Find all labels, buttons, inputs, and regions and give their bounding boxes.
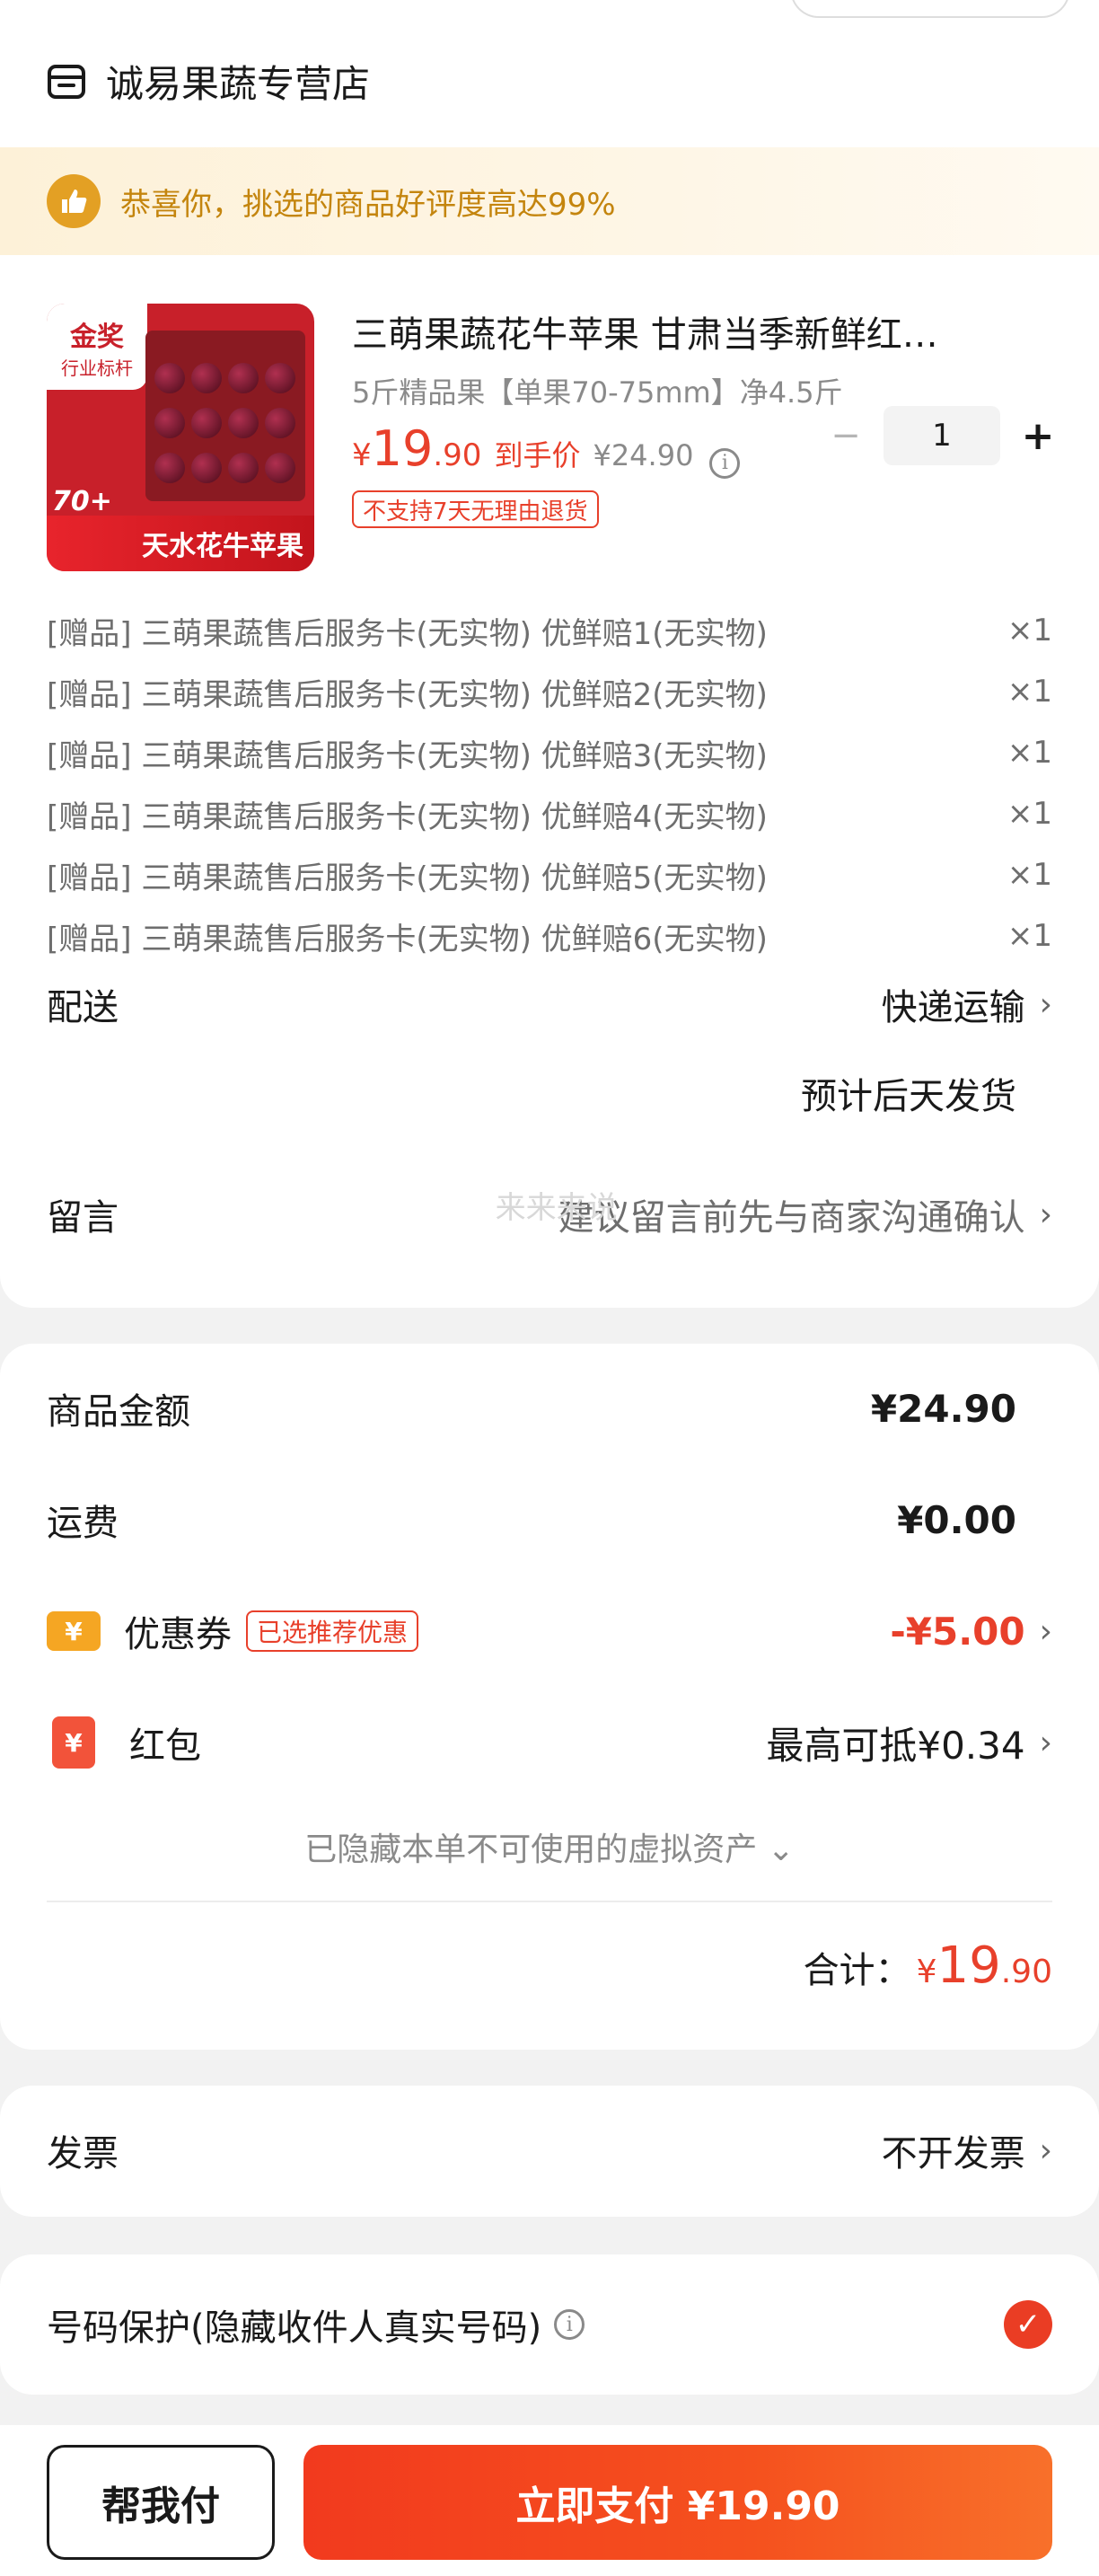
price-symbol: ¥	[352, 437, 372, 473]
redpack-row[interactable]: ¥ 红包 最高可抵¥0.34 ›	[47, 1716, 1052, 1769]
thumbs-up-icon	[47, 174, 101, 228]
praise-banner: 恭喜你，挑选的商品好评度高达99%	[0, 147, 1099, 255]
decrease-button[interactable]: −	[822, 415, 869, 456]
shipping-eta: 预计后天发货	[801, 1076, 1016, 1117]
goods-amount-row: 商品金额 ¥24.90	[47, 1381, 1052, 1435]
store-icon	[48, 65, 85, 99]
total-decimal: .90	[1000, 1954, 1052, 1990]
message-row[interactable]: 留言 来来来说 建议留言前先与商家沟通确认 ›	[47, 1187, 1052, 1241]
message-placeholder[interactable]: 建议留言前先与商家沟通确认	[558, 1188, 1025, 1240]
total-symbol: ¥	[916, 1954, 937, 1990]
shipping-label: 配送	[47, 987, 119, 1028]
chevron-right-icon: ›	[1039, 1195, 1052, 1233]
invoice-card: 发票 不开发票 ›	[0, 2086, 1099, 2217]
phone-protect-card: 号码保护(隐藏收件人真实号码) i ✓	[0, 2254, 1099, 2395]
total-label: 合计：	[803, 1950, 911, 1991]
redpack-value: 最高可抵¥0.34	[766, 1723, 1025, 1768]
gift-text: [赠品] 三萌果蔬售后服务卡(无实物) 优鲜赔1(无实物)	[47, 615, 768, 652]
order-card: 诚易果蔬专营店 恭喜你，挑选的商品好评度高达99% 金奖 行业标杆 70+ 天水…	[0, 0, 1099, 1308]
store-name: 诚易果蔬专营店	[106, 61, 371, 106]
gift-item: [赠品] 三萌果蔬售后服务卡(无实物) 优鲜赔2(无实物) ×1	[47, 661, 1052, 722]
image-banner: 天水花牛苹果	[47, 516, 314, 571]
product-spec[interactable]: 5斤精品果【单果70-75mm】净4.5斤	[352, 370, 843, 411]
redpack-label: 红包	[129, 1725, 201, 1767]
coupon-row[interactable]: ¥ 优惠券 已选推荐优惠 -¥5.00 ›	[47, 1604, 1052, 1658]
apple-box	[145, 331, 305, 501]
top-pill-button[interactable]	[790, 0, 1070, 18]
pay-now-button[interactable]: 立即支付 ¥19.90	[303, 2445, 1052, 2560]
divider	[47, 1901, 1052, 1902]
red-envelope-icon: ¥	[52, 1716, 95, 1769]
amount-card: 商品金额 ¥24.90 运费 ¥0.00 ¥ 优惠券 已选推荐优惠 -¥5.00…	[0, 1344, 1099, 2050]
bottom-action-bar: 帮我付 立即支付 ¥19.90	[0, 2425, 1099, 2576]
coupon-label: 优惠券	[124, 1614, 232, 1655]
gift-item: [赠品] 三萌果蔬售后服务卡(无实物) 优鲜赔3(无实物) ×1	[47, 722, 1052, 783]
invoice-value: 不开发票	[881, 2133, 1025, 2175]
gift-text: [赠品] 三萌果蔬售后服务卡(无实物) 优鲜赔6(无实物)	[47, 921, 768, 957]
praise-text: 恭喜你，挑选的商品好评度高达99%	[120, 186, 616, 223]
gift-item: [赠品] 三萌果蔬售后服务卡(无实物) 优鲜赔4(无实物) ×1	[47, 783, 1052, 844]
product-title[interactable]: 三萌果蔬花牛苹果 甘肃当季新鲜红…	[352, 305, 938, 357]
goods-amount-label: 商品金额	[47, 1391, 190, 1433]
increase-button[interactable]: +	[1015, 413, 1061, 459]
phone-protect-label: 号码保护(隐藏收件人真实号码)	[47, 2307, 542, 2349]
hidden-assets-toggle[interactable]: 已隐藏本单不可使用的虚拟资产 ⌄	[0, 1823, 1099, 1870]
gift-item: [赠品] 三萌果蔬售后服务卡(无实物) 优鲜赔1(无实物) ×1	[47, 600, 1052, 661]
goods-amount-value: ¥24.90	[870, 1386, 1016, 1431]
chevron-right-icon: ›	[1039, 985, 1052, 1023]
gift-text: [赠品] 三萌果蔬售后服务卡(无实物) 优鲜赔5(无实物)	[47, 860, 768, 896]
gift-item: [赠品] 三萌果蔬售后服务卡(无实物) 优鲜赔5(无实物) ×1	[47, 844, 1052, 905]
freight-row: 运费 ¥0.00	[47, 1493, 1052, 1547]
coupon-tag: 已选推荐优惠	[246, 1610, 419, 1652]
chevron-right-icon: ›	[1039, 2131, 1052, 2169]
price-row: ¥ 19 .90 到手价 ¥24.90 i	[352, 420, 741, 479]
invoice-label: 发票	[47, 2133, 119, 2175]
coupon-value: -¥5.00	[890, 1609, 1025, 1654]
original-price: ¥24.90	[593, 438, 694, 472]
message-ghost-text: 来来来说	[495, 1190, 618, 1226]
product-image[interactable]: 金奖 行业标杆 70+ 天水花牛苹果	[47, 304, 314, 571]
coupon-icon: ¥	[47, 1611, 101, 1651]
price-info-icon[interactable]: i	[709, 447, 741, 479]
shipping-method: 快递运输	[881, 987, 1025, 1028]
shipping-row[interactable]: 配送 快递运输 ›	[47, 977, 1052, 1031]
phone-protect-row: 号码保护(隐藏收件人真实号码) i ✓	[47, 2296, 1052, 2353]
no-return-tag: 不支持7天无理由退货	[352, 490, 599, 528]
gift-qty: ×1	[1007, 857, 1052, 893]
gift-qty: ×1	[1007, 674, 1052, 710]
award-badge: 金奖 行业标杆	[47, 304, 147, 390]
quantity-value[interactable]: 1	[884, 406, 1000, 465]
invoice-row[interactable]: 发票 不开发票 ›	[47, 2123, 1052, 2177]
size-mark: 70+	[52, 486, 112, 517]
quantity-stepper: − 1 +	[822, 406, 1061, 465]
gift-qty: ×1	[1007, 735, 1052, 771]
help-pay-button[interactable]: 帮我付	[47, 2445, 275, 2560]
freight-label: 运费	[47, 1503, 119, 1544]
total-integer: 19	[936, 1936, 1001, 1995]
gift-list: [赠品] 三萌果蔬售后服务卡(无实物) 优鲜赔1(无实物) ×1 [赠品] 三萌…	[47, 600, 1052, 966]
gift-qty: ×1	[1007, 613, 1052, 648]
message-label: 留言	[47, 1197, 119, 1239]
total-row: 合计： ¥ 19 .90	[804, 1936, 1052, 1995]
info-icon[interactable]: i	[554, 2309, 585, 2340]
chevron-right-icon: ›	[1039, 1612, 1052, 1650]
freight-value: ¥0.00	[897, 1497, 1016, 1542]
gift-qty: ×1	[1007, 796, 1052, 832]
gift-text: [赠品] 三萌果蔬售后服务卡(无实物) 优鲜赔2(无实物)	[47, 676, 768, 713]
gift-item: [赠品] 三萌果蔬售后服务卡(无实物) 优鲜赔6(无实物) ×1	[47, 905, 1052, 966]
store-header[interactable]: 诚易果蔬专营店	[47, 47, 370, 115]
gift-text: [赠品] 三萌果蔬售后服务卡(无实物) 优鲜赔3(无实物)	[47, 737, 768, 774]
gift-qty: ×1	[1007, 918, 1052, 954]
gift-text: [赠品] 三萌果蔬售后服务卡(无实物) 优鲜赔4(无实物)	[47, 798, 768, 835]
price-decimal: .90	[433, 437, 482, 473]
chevron-right-icon: ›	[1039, 1724, 1052, 1761]
checkbox-checked-icon[interactable]: ✓	[1004, 2300, 1052, 2349]
price-integer: 19	[371, 420, 434, 477]
final-price-label: 到手价	[494, 438, 581, 472]
